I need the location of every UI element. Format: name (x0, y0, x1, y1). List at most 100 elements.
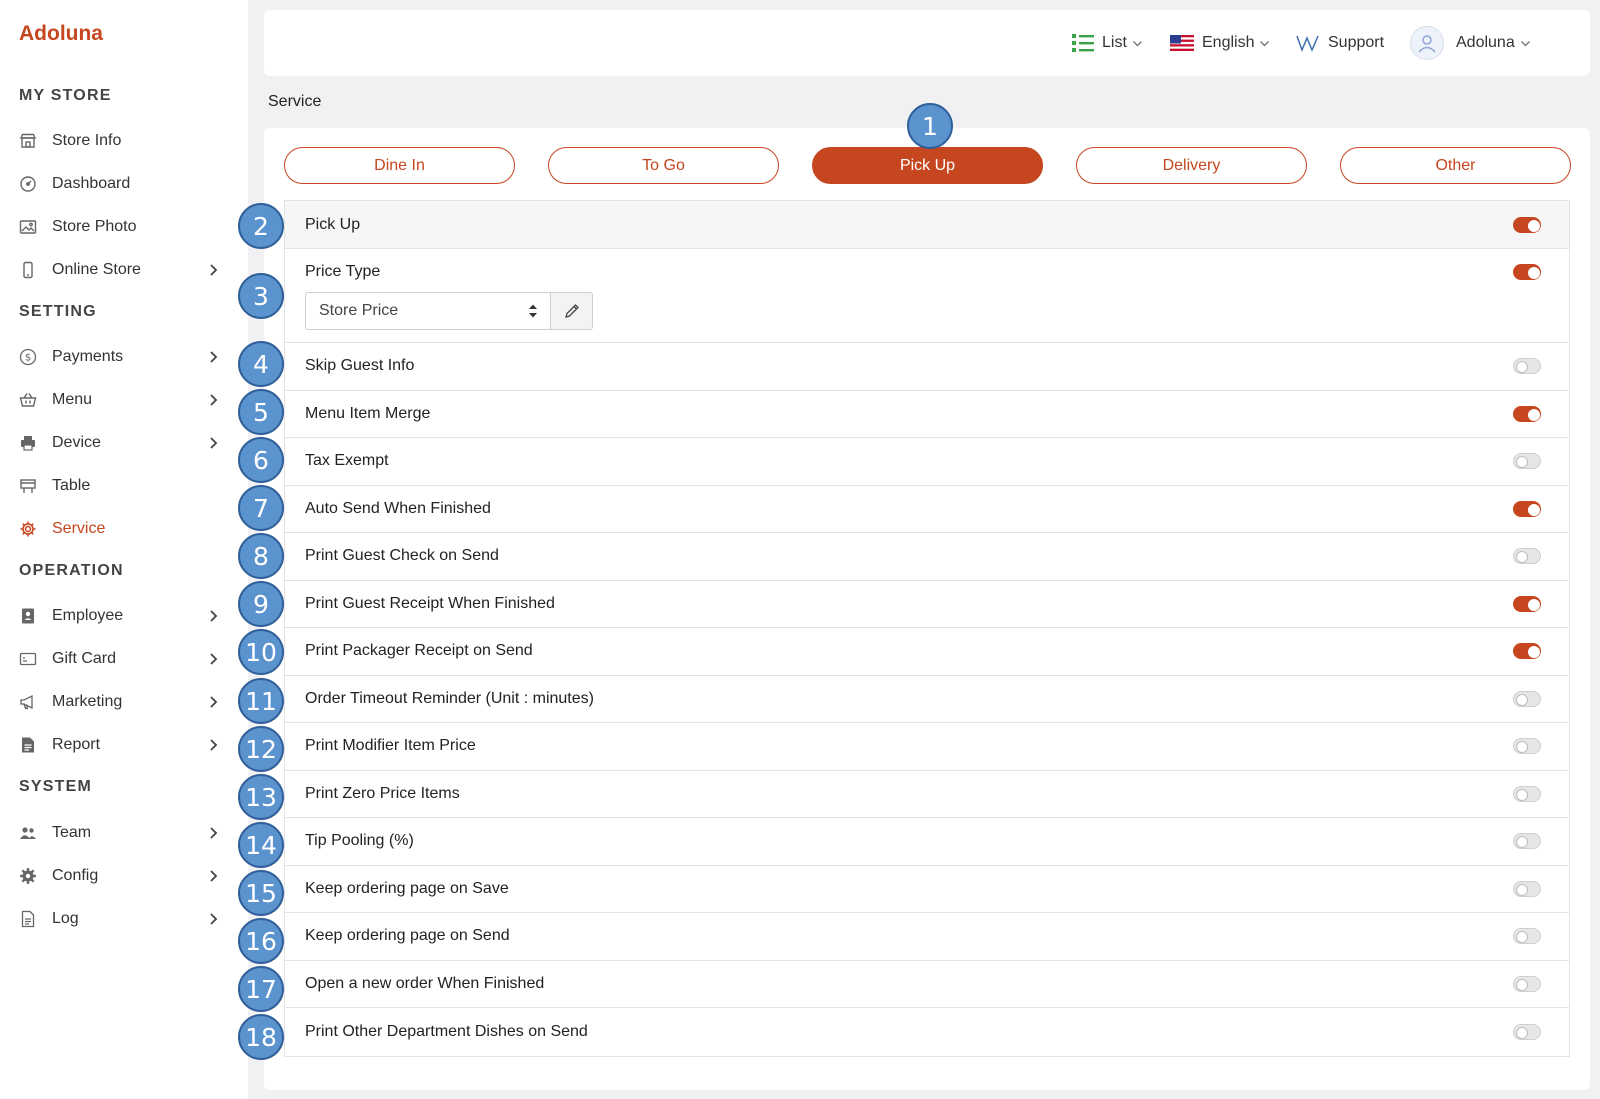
sidebar-item-menu[interactable]: Menu (0, 383, 232, 417)
setting-label: Auto Send When Finished (305, 499, 491, 517)
chevron-down-icon (1132, 40, 1142, 46)
chevron-down-icon (1520, 40, 1530, 46)
chevron-right-icon (210, 351, 218, 363)
sidebar-item-marketing[interactable]: Marketing (0, 685, 232, 719)
sidebar-item-label: Store Photo (52, 218, 137, 235)
sidebar-item-label: Service (52, 520, 106, 537)
price-type-select[interactable]: Store Price (305, 292, 551, 330)
topbar: List English Support Adoluna (264, 10, 1590, 76)
sidebar-item-report[interactable]: Report (0, 728, 232, 762)
sidebar-item-log[interactable]: Log (0, 902, 232, 936)
list-icon (1072, 33, 1094, 53)
phone-icon (19, 261, 37, 279)
setting-row: Order Timeout Reminder (Unit : minutes) (285, 676, 1569, 723)
sidebar-item-online-store[interactable]: Online Store (0, 253, 232, 287)
setting-row: Skip Guest Info (285, 343, 1569, 391)
step-marker: 12 (238, 726, 284, 772)
cog-icon (19, 867, 37, 885)
tab-to-go[interactable]: To Go (548, 147, 779, 184)
step-marker: 18 (238, 1014, 284, 1060)
tab-dine-in[interactable]: Dine In (284, 147, 515, 184)
sidebar-item-store-photo[interactable]: Store Photo (0, 210, 232, 244)
setting-toggle[interactable] (1513, 548, 1541, 565)
setting-toggle[interactable] (1513, 595, 1541, 612)
setting-row: Keep ordering page on Send (285, 913, 1569, 961)
sidebar-item-table[interactable]: Table (0, 469, 232, 503)
chevron-right-icon (210, 827, 218, 839)
step-marker: 4 (238, 341, 284, 387)
log-icon (19, 910, 37, 928)
sidebar-item-label: Config (52, 867, 99, 884)
sidebar-item-dashboard[interactable]: Dashboard (0, 167, 232, 201)
setting-row: Print Guest Receipt When Finished (285, 581, 1569, 628)
list-view-dropdown[interactable]: List (1072, 10, 1143, 76)
step-marker: 14 (238, 822, 284, 868)
sidebar-item-label: Table (52, 477, 91, 494)
report-icon (19, 736, 37, 754)
dollar-icon: $ (19, 348, 37, 366)
price-type-row: Price Type Store Price (285, 249, 1569, 343)
price-type-toggle[interactable] (1513, 264, 1541, 280)
edit-price-type-button[interactable] (551, 292, 593, 330)
setting-toggle[interactable] (1513, 358, 1541, 375)
setting-row: Print Modifier Item Price (285, 723, 1569, 771)
sidebar-item-store-info[interactable]: Store Info (0, 124, 232, 158)
setting-label: Print Other Department Dishes on Send (305, 1022, 588, 1040)
tab-delivery[interactable]: Delivery (1076, 147, 1307, 184)
sidebar-item-service[interactable]: Service (0, 512, 232, 546)
sidebar-item-gift-card[interactable]: Gift Card (0, 642, 232, 676)
setting-toggle[interactable] (1513, 643, 1541, 660)
sidebar-item-config[interactable]: Config (0, 859, 232, 893)
team-icon (19, 824, 37, 842)
language-label: English (1202, 34, 1255, 51)
setting-toggle[interactable] (1513, 785, 1541, 802)
printer-icon (19, 434, 37, 452)
section-title-system: SYSTEM (19, 778, 92, 795)
sidebar-item-device[interactable]: Device (0, 426, 232, 460)
setting-row: Menu Item Merge (285, 391, 1569, 438)
user-label: Adoluna (1456, 34, 1515, 51)
sidebar: Adoluna MY STORE Store Info Dashboard St… (0, 0, 248, 1099)
step-marker: 10 (238, 629, 284, 675)
sidebar-item-label: Payments (52, 348, 124, 365)
price-type-control: Store Price (305, 292, 593, 330)
setting-toggle[interactable] (1513, 928, 1541, 945)
step-marker: 7 (238, 485, 284, 531)
setting-toggle[interactable] (1513, 975, 1541, 992)
sidebar-item-team[interactable]: Team (0, 816, 232, 850)
setting-toggle[interactable] (1513, 738, 1541, 755)
setting-toggle[interactable] (1513, 833, 1541, 850)
setting-label: Tax Exempt (305, 452, 389, 470)
chevron-right-icon (210, 653, 218, 665)
svg-text:$: $ (25, 353, 31, 364)
chevron-right-icon (210, 264, 218, 276)
chevron-right-icon (210, 394, 218, 406)
tab-pick-up[interactable]: Pick Up (812, 147, 1043, 184)
step-marker: 2 (238, 203, 284, 249)
setting-toggle[interactable] (1513, 1023, 1541, 1040)
sidebar-item-payments[interactable]: $ Payments (0, 340, 232, 374)
section-title-my-store: MY STORE (19, 87, 112, 104)
setting-label: Print Guest Receipt When Finished (305, 594, 555, 612)
setting-row: Tax Exempt (285, 438, 1569, 486)
tab-other[interactable]: Other (1340, 147, 1571, 184)
support-link[interactable]: Support (1296, 10, 1384, 76)
setting-toggle[interactable] (1513, 453, 1541, 470)
sidebar-item-label: Marketing (52, 693, 123, 710)
giftcard-icon (19, 650, 37, 668)
setting-toggle[interactable] (1513, 405, 1541, 422)
setting-toggle[interactable] (1513, 880, 1541, 897)
sidebar-item-label: Team (52, 824, 92, 841)
brand-logo[interactable]: Adoluna (19, 22, 103, 46)
setting-row: Print Other Department Dishes on Send (285, 1008, 1569, 1056)
language-dropdown[interactable]: English (1170, 10, 1270, 76)
setting-toggle[interactable] (1513, 690, 1541, 707)
setting-toggle[interactable] (1513, 500, 1541, 517)
setting-row: Print Guest Check on Send (285, 533, 1569, 581)
pick-up-enable-toggle[interactable] (1513, 216, 1541, 233)
basket-icon (19, 391, 37, 409)
sidebar-item-employee[interactable]: Employee (0, 599, 232, 633)
badge-icon (19, 607, 37, 625)
user-menu-dropdown[interactable]: Adoluna (1410, 10, 1531, 76)
setting-label: Order Timeout Reminder (Unit : minutes) (305, 689, 594, 707)
